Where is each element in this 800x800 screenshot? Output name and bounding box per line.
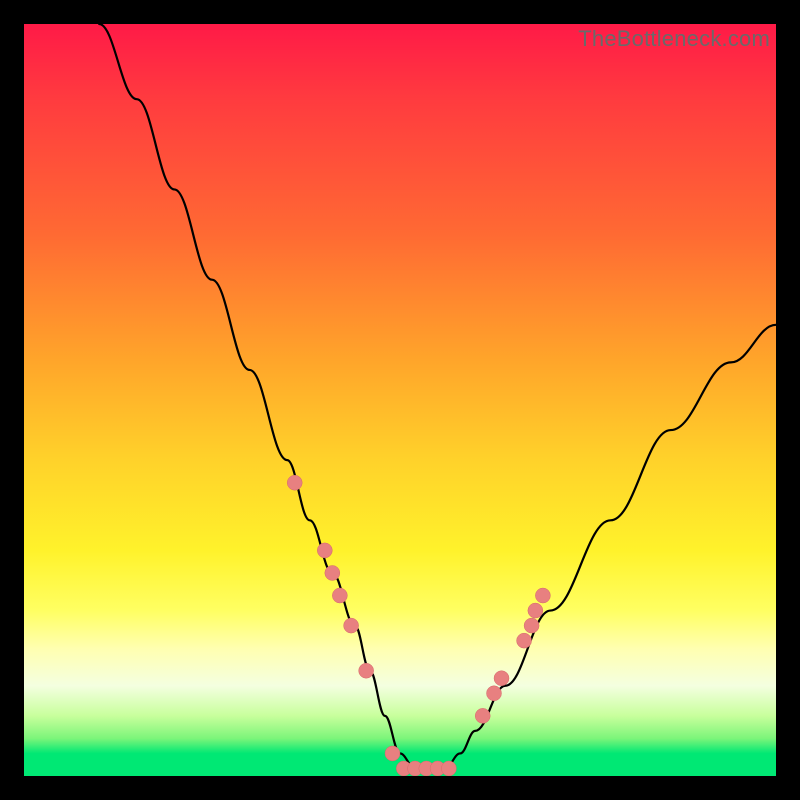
plot-area: TheBottleneck.com: [24, 24, 776, 776]
curve-marker: [487, 686, 502, 701]
curve-marker: [317, 543, 332, 558]
curve-marker: [528, 603, 543, 618]
chart-frame: TheBottleneck.com: [0, 0, 800, 800]
curve-marker: [524, 618, 539, 633]
bottleneck-curve: [99, 24, 776, 768]
curve-marker: [385, 746, 400, 761]
curve-marker: [535, 588, 550, 603]
watermark-text: TheBottleneck.com: [578, 26, 770, 52]
curve-layer: [24, 24, 776, 776]
curve-marker: [494, 671, 509, 686]
curve-marker: [359, 663, 374, 678]
curve-marker: [344, 618, 359, 633]
curve-marker: [332, 588, 347, 603]
curve-marker: [475, 708, 490, 723]
curve-marker: [325, 565, 340, 580]
curve-marker: [441, 761, 456, 776]
curve-markers: [287, 475, 550, 776]
curve-marker: [287, 475, 302, 490]
curve-marker: [517, 633, 532, 648]
